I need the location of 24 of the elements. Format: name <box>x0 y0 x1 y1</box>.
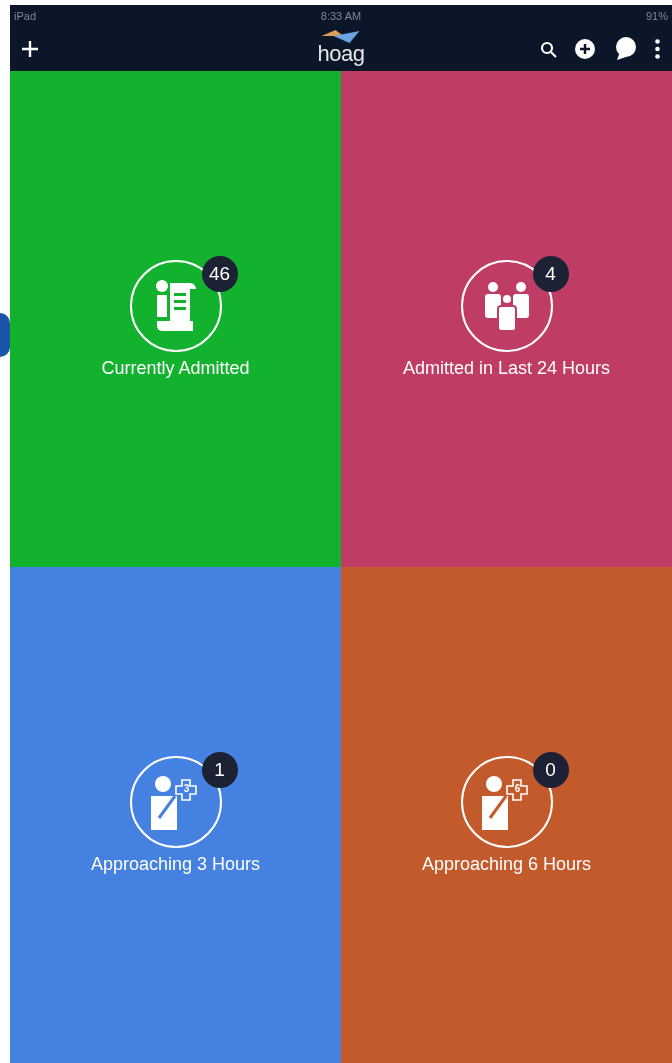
wave-logo-icon <box>320 29 362 43</box>
count-badge: 4 <box>532 255 569 292</box>
count-badge: 1 <box>201 751 238 788</box>
chat-icon[interactable] <box>613 37 637 61</box>
tile-label: Approaching 3 Hours <box>90 853 261 875</box>
search-icon[interactable] <box>540 40 557 58</box>
tile-label: Approaching 6 Hours <box>421 853 592 875</box>
category-tile[interactable]: 3 1 Approaching 3 Hours <box>10 567 341 1063</box>
side-handle[interactable] <box>0 313 10 357</box>
tile-label: Currently Admitted <box>101 357 250 379</box>
count-badge: 0 <box>532 751 569 788</box>
add-icon[interactable] <box>22 41 38 57</box>
clock: 8:33 AM <box>320 10 362 22</box>
scroll-icon <box>153 278 198 333</box>
category-tile[interactable]: 46 Currently Admitted <box>10 71 341 567</box>
category-tile[interactable]: 4 Admitted in Last 24 Hours <box>341 71 672 567</box>
add-circle-icon[interactable] <box>575 39 595 59</box>
battery-level: 91% <box>645 10 668 22</box>
tile-label: Admitted in Last 24 Hours <box>402 357 611 379</box>
category-tile[interactable]: 6 0 Approaching 6 Hours <box>341 567 672 1063</box>
logo: hoag <box>317 43 365 65</box>
count-badge: 46 <box>201 255 238 292</box>
device-name: iPad <box>14 10 37 22</box>
more-icon[interactable] <box>655 39 660 59</box>
